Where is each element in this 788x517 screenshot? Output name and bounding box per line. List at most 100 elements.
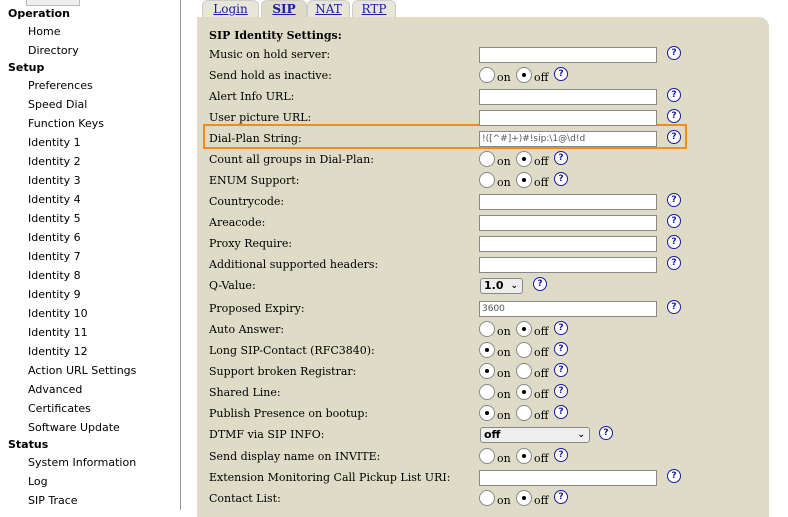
sidebar-item-identity-11[interactable]: Identity 11	[28, 326, 88, 339]
setting-row-q-value: Q-Value: 1.0 ⌄?	[197, 277, 769, 298]
radio-label-off: off	[534, 71, 549, 84]
sidebar-item-identity-2[interactable]: Identity 2	[28, 155, 81, 168]
setting-row-music-on-hold-server: Music on hold server:?	[197, 46, 769, 67]
sidebar-item-action-url-settings[interactable]: Action URL Settings	[28, 364, 136, 377]
auto-answer-radio-off[interactable]	[516, 321, 532, 337]
help-icon[interactable]: ?	[667, 256, 681, 270]
setting-row-user-picture-url: User picture URL:?	[197, 109, 769, 130]
sidebar-item-certificates[interactable]: Certificates	[28, 402, 91, 415]
help-icon[interactable]: ?	[667, 130, 681, 144]
sidebar-item-log[interactable]: Log	[28, 475, 48, 488]
sidebar-item-identity-6[interactable]: Identity 6	[28, 231, 81, 244]
additional-supported-headers-input[interactable]	[479, 257, 657, 273]
user-picture-url-input[interactable]	[479, 110, 657, 126]
dial-plan-string-input[interactable]: !([^#]+)#!sip:\1@\d!d	[479, 131, 657, 147]
tab-login[interactable]: Login	[202, 0, 259, 18]
proposed-expiry-input[interactable]: 3600	[479, 301, 657, 317]
sidebar-item-identity-3[interactable]: Identity 3	[28, 174, 81, 187]
music-on-hold-server-input[interactable]	[479, 47, 657, 63]
sidebar-item-system-information[interactable]: System Information	[28, 456, 136, 469]
setting-label: Dial-Plan String:	[209, 132, 302, 145]
radio-label-on: on	[497, 155, 511, 168]
sidebar-item-speed-dial[interactable]: Speed Dial	[28, 98, 87, 111]
alert-info-url-input[interactable]	[479, 89, 657, 105]
help-icon[interactable]: ?	[599, 426, 613, 440]
setting-row-alert-info-url: Alert Info URL:?	[197, 88, 769, 109]
help-icon[interactable]: ?	[554, 67, 568, 81]
areacode-input[interactable]	[479, 215, 657, 231]
radio-label-off: off	[534, 452, 549, 465]
sidebar-item-identity-9[interactable]: Identity 9	[28, 288, 81, 301]
tab-nat[interactable]: NAT	[307, 0, 350, 18]
sidebar-item-function-keys[interactable]: Function Keys	[28, 117, 104, 130]
q-value-select[interactable]: 1.0 ⌄	[480, 278, 523, 294]
enum-support-radio-off[interactable]	[516, 172, 532, 188]
setting-row-publish-presence-on-bootup: Publish Presence on bootup: on off?	[197, 405, 769, 426]
help-icon[interactable]: ?	[554, 448, 568, 462]
shared-line-radio-on[interactable]	[479, 384, 495, 400]
help-icon[interactable]: ?	[667, 193, 681, 207]
radio-label-off: off	[534, 367, 549, 380]
help-icon[interactable]: ?	[554, 405, 568, 419]
sidebar-item-identity-5[interactable]: Identity 5	[28, 212, 81, 225]
sidebar-item-directory[interactable]: Directory	[28, 44, 79, 57]
dtmf-via-sip-info-select[interactable]: off ⌄	[480, 427, 590, 443]
sidebar-item-identity-12[interactable]: Identity 12	[28, 345, 88, 358]
long-sip-contact-rfc3840-radio-on[interactable]	[479, 342, 495, 358]
help-icon[interactable]: ?	[667, 88, 681, 102]
help-icon[interactable]: ?	[554, 151, 568, 165]
support-broken-registrar-radio-off[interactable]	[516, 363, 532, 379]
sidebar-item-identity-10[interactable]: Identity 10	[28, 307, 88, 320]
help-icon[interactable]: ?	[554, 321, 568, 335]
sidebar-item-preferences[interactable]: Preferences	[28, 79, 93, 92]
contact-list-radio-off[interactable]	[516, 490, 532, 506]
count-all-groups-in-dial-plan-radio-on[interactable]	[479, 151, 495, 167]
help-icon[interactable]: ?	[667, 109, 681, 123]
help-icon[interactable]: ?	[554, 363, 568, 377]
enum-support-radio-on[interactable]	[479, 172, 495, 188]
help-icon[interactable]: ?	[533, 277, 547, 291]
help-icon[interactable]: ?	[554, 490, 568, 504]
help-icon[interactable]: ?	[667, 46, 681, 60]
extension-monitoring-call-pickup-list-uri-input[interactable]	[479, 470, 657, 486]
radio-label-off: off	[534, 155, 549, 168]
radio-label-on: on	[497, 325, 511, 338]
countrycode-input[interactable]	[479, 194, 657, 210]
send-display-name-on-invite-radio-on[interactable]	[479, 448, 495, 464]
shared-line-radio-off[interactable]	[516, 384, 532, 400]
support-broken-registrar-radio-on[interactable]	[479, 363, 495, 379]
help-icon[interactable]: ?	[667, 300, 681, 314]
help-icon[interactable]: ?	[667, 214, 681, 228]
publish-presence-on-bootup-radio-on[interactable]	[479, 405, 495, 421]
tab-rtp[interactable]: RTP	[352, 0, 396, 18]
sidebar-item-identity-4[interactable]: Identity 4	[28, 193, 81, 206]
help-icon[interactable]: ?	[667, 469, 681, 483]
radio-label-off: off	[534, 176, 549, 189]
sidebar-item-advanced[interactable]: Advanced	[28, 383, 82, 396]
long-sip-contact-rfc3840-radio-off[interactable]	[516, 342, 532, 358]
send-hold-as-inactive-radio-off[interactable]	[516, 67, 532, 83]
setting-row-shared-line: Shared Line: on off?	[197, 384, 769, 405]
help-icon[interactable]: ?	[554, 342, 568, 356]
setting-row-long-sip-contact-rfc3840: Long SIP-Contact (RFC3840): on off?	[197, 342, 769, 363]
sidebar-item-sip-trace[interactable]: SIP Trace	[28, 494, 78, 507]
contact-list-radio-on[interactable]	[479, 490, 495, 506]
publish-presence-on-bootup-radio-off[interactable]	[516, 405, 532, 421]
sidebar-item-identity-7[interactable]: Identity 7	[28, 250, 81, 263]
sidebar-item-software-update[interactable]: Software Update	[28, 421, 120, 434]
sidebar-item-identity-1[interactable]: Identity 1	[28, 136, 81, 149]
setting-label: Shared Line:	[209, 386, 281, 399]
help-icon[interactable]: ?	[554, 384, 568, 398]
send-hold-as-inactive-radio-on[interactable]	[479, 67, 495, 83]
sidebar-item-home[interactable]: Home	[28, 25, 60, 38]
tab-sip[interactable]: SIP	[261, 0, 307, 18]
help-icon[interactable]: ?	[667, 235, 681, 249]
sidebar-item-identity-8[interactable]: Identity 8	[28, 269, 81, 282]
auto-answer-radio-on[interactable]	[479, 321, 495, 337]
proxy-require-input[interactable]	[479, 236, 657, 252]
help-icon[interactable]: ?	[554, 172, 568, 186]
send-display-name-on-invite-radio-off[interactable]	[516, 448, 532, 464]
count-all-groups-in-dial-plan-radio-off[interactable]	[516, 151, 532, 167]
select-value: off	[484, 428, 501, 441]
setting-row-enum-support: ENUM Support: on off?	[197, 172, 769, 193]
